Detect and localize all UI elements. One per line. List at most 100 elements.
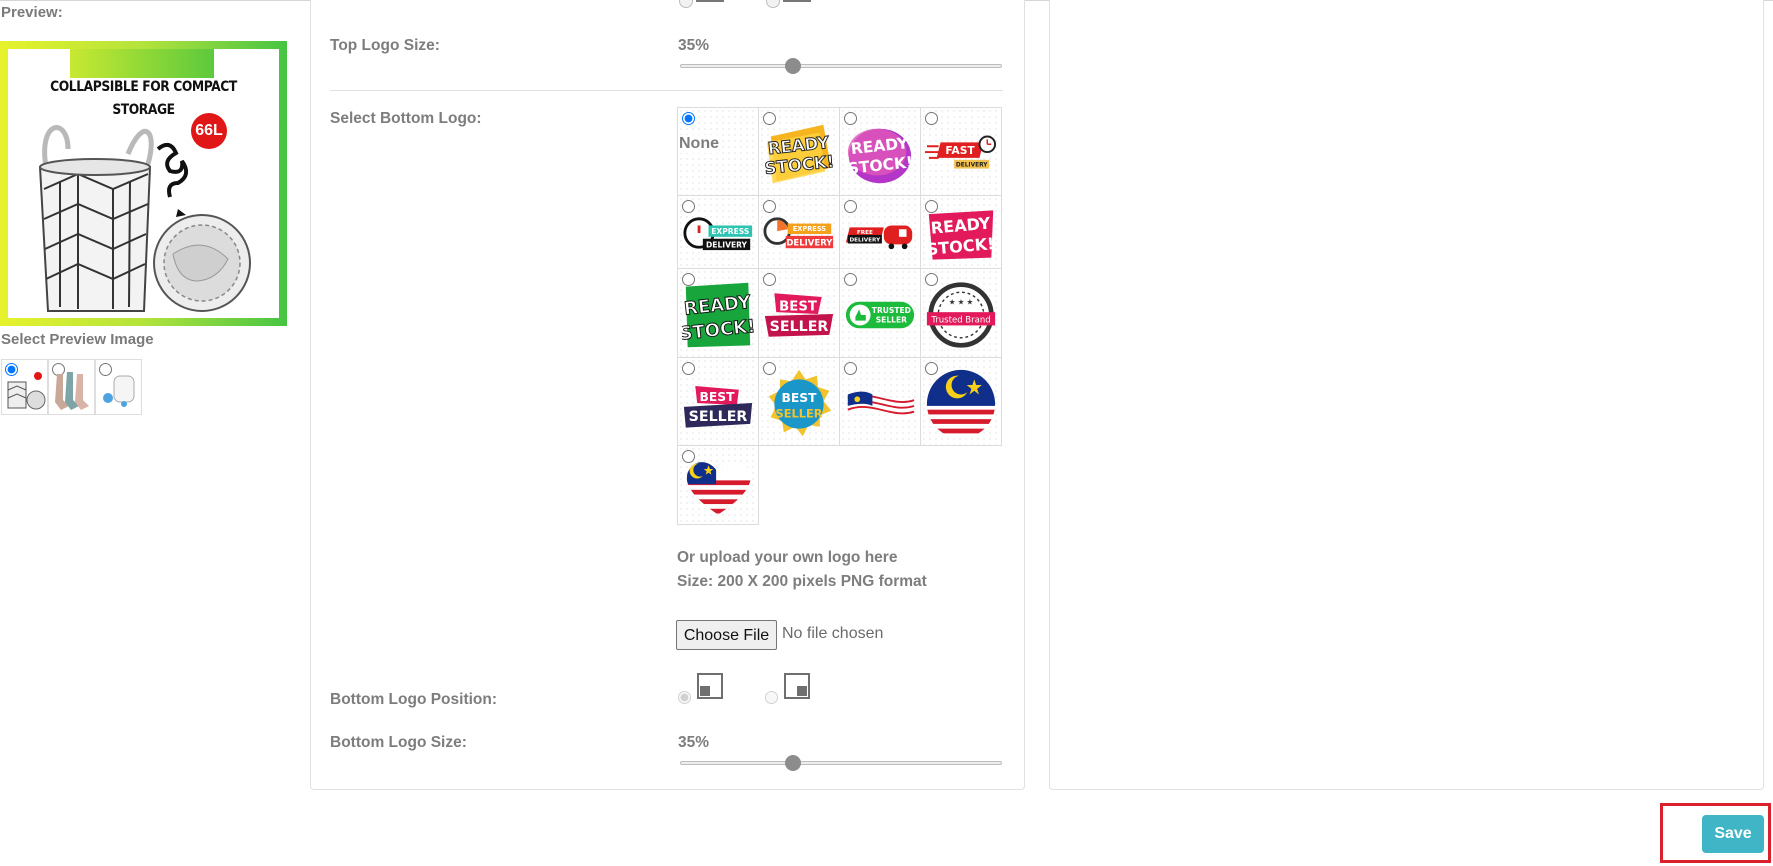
trusted-seller-icon: TRUSTED SELLER xyxy=(845,301,915,329)
logo-radio[interactable] xyxy=(763,273,776,286)
express-delivery-orange-icon: EXPRESS DELIVERY xyxy=(763,217,833,248)
logo-radio[interactable] xyxy=(763,112,776,125)
logo-radio[interactable] xyxy=(763,362,776,375)
svg-text:DELIVERY: DELIVERY xyxy=(956,162,988,168)
preview-image-frame: COLLAPSIBLE FOR COMPACT STORAGE 66L xyxy=(0,41,287,326)
fast-delivery-icon: FAST DELIVERY xyxy=(925,135,997,168)
bottom-logo-size-slider[interactable] xyxy=(680,755,1002,771)
bottom-logo-position-left[interactable] xyxy=(678,671,728,711)
preview-label: Preview: xyxy=(1,4,63,21)
logo-option-fast-delivery[interactable]: FAST DELIVERY xyxy=(920,107,1002,196)
right-panel-card xyxy=(1049,0,1764,790)
logo-option-best-seller-seal[interactable]: BEST SELLER xyxy=(758,357,840,446)
logo-option-ready-stock-green[interactable]: READY STOCK! xyxy=(677,268,759,358)
upload-size-hint: Size: 200 X 200 pixels PNG format xyxy=(677,573,927,590)
top-logo-size-value: 35% xyxy=(678,37,710,54)
svg-text:SELLER: SELLER xyxy=(776,406,823,420)
logo-option-express-delivery-orange[interactable]: EXPRESS DELIVERY xyxy=(758,195,840,269)
bottom-logo-position-label: Bottom Logo Position: xyxy=(330,691,498,708)
logo-option-best-seller-pink-ribbon[interactable]: BEST SELLER xyxy=(758,268,840,358)
logo-option-express-delivery-stopwatch[interactable]: EXPRESS DELIVERY xyxy=(677,195,759,269)
ready-stock-green-icon: READY STOCK! xyxy=(682,282,754,348)
malaysia-flag-circle-icon xyxy=(926,369,996,438)
best-seller-pink-ribbon-icon: BEST SELLER xyxy=(764,293,834,337)
select-preview-image-label: Select Preview Image xyxy=(1,331,154,348)
container-thumb-icon xyxy=(103,375,135,407)
logo-radio[interactable] xyxy=(844,362,857,375)
thumbnail-round-container[interactable] xyxy=(95,359,142,415)
free-delivery-truck-icon: FREE DELIVERY xyxy=(845,225,913,250)
ready-stock-yellow-icon: READY STOCK! xyxy=(763,124,835,183)
logo-none-label: None xyxy=(679,135,719,153)
bottom-left-position-icon xyxy=(697,673,723,699)
preview-image: COLLAPSIBLE FOR COMPACT STORAGE 66L xyxy=(8,49,279,318)
svg-text:SELLER: SELLER xyxy=(876,316,907,325)
logo-option-free-delivery-truck[interactable]: FREE DELIVERY xyxy=(839,195,921,269)
logo-option-ready-stock-purple[interactable]: READY STOCK! xyxy=(839,107,921,196)
choose-file-button[interactable]: Choose File xyxy=(676,620,777,650)
logo-radio[interactable] xyxy=(763,200,776,213)
svg-text:DELIVERY: DELIVERY xyxy=(786,238,833,248)
laundry-basket-thumb-icon xyxy=(7,372,46,410)
logo-option-malaysia-flag-wave[interactable] xyxy=(839,357,921,446)
ready-stock-purple-icon: READY STOCK! xyxy=(847,128,914,183)
section-divider xyxy=(330,90,1003,91)
svg-text:Trusted Brand: Trusted Brand xyxy=(930,316,990,326)
logo-radio[interactable] xyxy=(925,273,938,286)
slider-thumb[interactable] xyxy=(784,755,801,771)
svg-text:BEST: BEST xyxy=(700,390,736,404)
svg-text:FAST: FAST xyxy=(945,144,975,157)
select-bottom-logo-label: Select Bottom Logo: xyxy=(330,110,482,127)
svg-text:SELLER: SELLER xyxy=(770,319,829,335)
slider-thumb[interactable] xyxy=(784,58,801,74)
svg-text:BEST: BEST xyxy=(781,391,817,405)
logo-radio[interactable] xyxy=(925,112,938,125)
svg-text:★ ★ ★: ★ ★ ★ xyxy=(949,298,974,307)
svg-text:EXPRESS: EXPRESS xyxy=(711,227,749,236)
logo-option-malaysia-flag-heart[interactable] xyxy=(677,445,759,525)
top-logo-position-left-icon xyxy=(696,0,724,2)
save-button[interactable]: Save xyxy=(1702,815,1764,853)
logo-radio-none[interactable] xyxy=(682,112,695,125)
upload-instructions: Or upload your own logo here xyxy=(677,549,898,566)
logo-option-ready-stock-pink[interactable]: READY STOCK! xyxy=(920,195,1002,269)
position-right-radio[interactable] xyxy=(765,691,778,704)
logo-radio[interactable] xyxy=(844,273,857,286)
thumbnail-socks[interactable] xyxy=(48,359,95,415)
logo-option-malaysia-flag-circle[interactable] xyxy=(920,357,1002,446)
logo-option-trusted-seller[interactable]: TRUSTED SELLER xyxy=(839,268,921,358)
bottom-logo-position-right[interactable] xyxy=(765,671,815,711)
bottom-logo-size-value: 35% xyxy=(678,734,710,751)
slider-track xyxy=(680,761,1002,765)
malaysia-flag-heart-icon xyxy=(686,462,751,515)
socks-thumb-icon xyxy=(55,372,89,410)
logo-option-best-seller-navy[interactable]: BEST SELLER xyxy=(677,357,759,446)
logo-radio[interactable] xyxy=(844,112,857,125)
svg-text:DELIVERY: DELIVERY xyxy=(706,240,748,249)
express-delivery-stopwatch-icon: EXPRESS DELIVERY xyxy=(683,217,753,251)
best-seller-seal-icon: BEST SELLER xyxy=(768,369,832,436)
logo-radio[interactable] xyxy=(682,362,695,375)
laundry-basket-illustration xyxy=(38,125,251,312)
logo-radio[interactable] xyxy=(682,450,695,463)
logo-option-none[interactable]: None xyxy=(677,107,759,196)
top-logo-size-label: Top Logo Size: xyxy=(330,37,440,54)
position-left-radio[interactable] xyxy=(678,691,691,704)
slider-track xyxy=(680,64,1002,68)
bottom-logo-size-label: Bottom Logo Size: xyxy=(330,734,467,751)
logo-option-trusted-brand[interactable]: ★ ★ ★ Trusted Brand xyxy=(920,268,1002,358)
logo-radio[interactable] xyxy=(925,362,938,375)
logo-radio[interactable] xyxy=(925,200,938,213)
file-status-text: No file chosen xyxy=(782,625,884,642)
top-logo-position-right-icon xyxy=(783,0,811,2)
logo-radio[interactable] xyxy=(682,273,695,286)
thumbnail-laundry-basket[interactable] xyxy=(1,359,48,415)
logo-option-ready-stock-yellow[interactable]: READY STOCK! xyxy=(758,107,840,196)
svg-text:BEST: BEST xyxy=(779,299,817,314)
bottom-right-position-icon xyxy=(784,673,810,699)
top-logo-size-slider[interactable] xyxy=(680,58,1002,74)
logo-radio[interactable] xyxy=(844,200,857,213)
svg-text:SELLER: SELLER xyxy=(689,409,748,425)
logo-radio[interactable] xyxy=(682,200,695,213)
malaysia-flag-wave-icon xyxy=(847,391,915,417)
